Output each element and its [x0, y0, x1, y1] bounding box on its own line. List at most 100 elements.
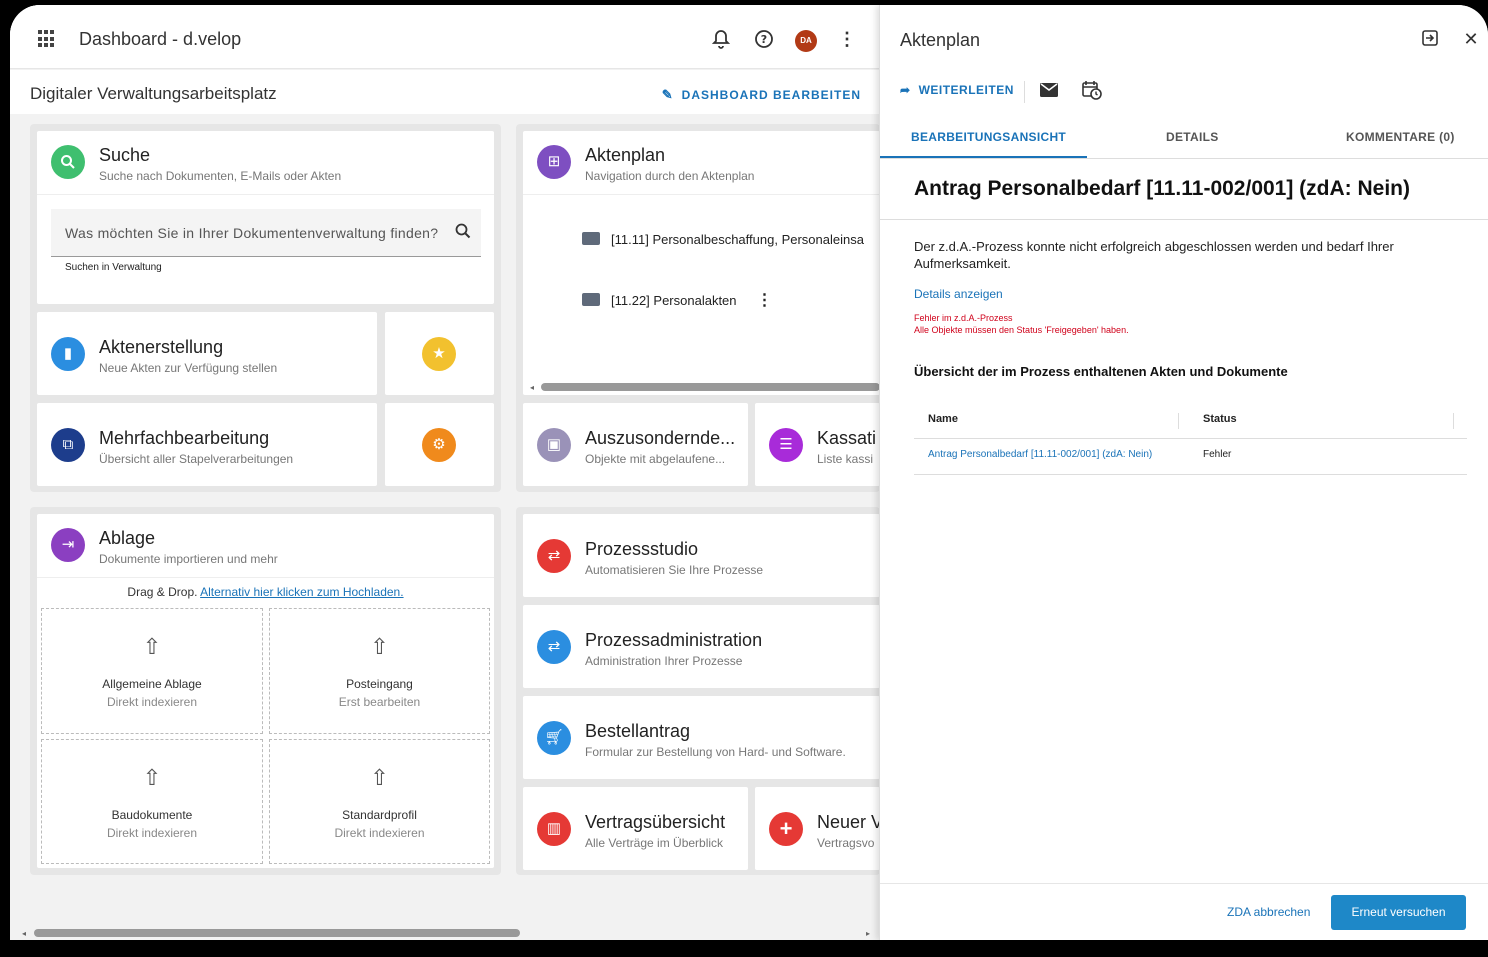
app-grid-icon[interactable] — [38, 30, 56, 48]
group-prozesse: ⇄ Prozessstudio Automatisieren Sie Ihre … — [516, 507, 880, 875]
card-subtitle: Navigation durch den Aktenplan — [585, 169, 755, 183]
tile-aktenerstellung[interactable]: ▮ Aktenerstellung Neue Akten zur Verfügu… — [37, 312, 377, 395]
folder-icon — [582, 293, 600, 306]
upload-target[interactable]: ⇧ Posteingang Erst bearbeiten — [269, 608, 490, 734]
close-icon[interactable]: ✕ — [1461, 29, 1481, 50]
record-heading: Antrag Personalbedarf [11.11-002/001] (z… — [914, 177, 1410, 200]
cart-icon: 🛒︎ — [537, 721, 571, 755]
retry-button[interactable]: Erneut versuchen — [1331, 895, 1466, 930]
panel-title: Aktenplan — [900, 30, 981, 50]
tile-title: Aktenerstellung — [99, 337, 224, 357]
more-vert-icon[interactable]: ⋮ — [757, 292, 773, 309]
folder-item[interactable]: [11.22] Personalakten ⋮ — [582, 290, 773, 310]
svg-text:?: ? — [761, 33, 767, 46]
tile-subtitle: Formular zur Bestellung von Hard- und So… — [585, 745, 846, 759]
scroll-left-arrow[interactable]: ◂ — [22, 929, 26, 938]
upload-target-title: Allgemeine Ablage — [102, 677, 202, 691]
forward-icon: ➦ — [900, 83, 911, 97]
folder-item[interactable]: [11.11] Personalbeschaffung, Personalein… — [582, 232, 864, 247]
forward-button[interactable]: ➦ WEITERLEITEN — [900, 83, 1014, 97]
card-subtitle: Dokumente importieren und mehr — [99, 552, 278, 566]
import-icon: ⇥ — [51, 528, 85, 562]
column-divider — [1453, 413, 1454, 429]
upload-target-subtitle: Erst bearbeiten — [338, 695, 421, 709]
ablage-card: ⇥ Ablage Dokumente importieren und mehr … — [37, 514, 494, 868]
tile-kassation[interactable]: ☰ Kassati Liste kassi — [755, 403, 880, 486]
active-tab-indicator — [880, 156, 1087, 158]
bell-icon[interactable] — [711, 29, 731, 49]
column-header-status: Status — [1203, 413, 1237, 425]
tab-bearbeitungsansicht[interactable]: BEARBEITUNGSANSICHT — [911, 130, 1066, 144]
error-title: Fehler im z.d.A.-Prozess — [914, 313, 1013, 323]
mail-icon[interactable] — [1040, 83, 1058, 102]
card-subtitle: Suche nach Dokumenten, E-Mails oder Akte… — [99, 169, 342, 183]
search-card: Suche Suche nach Dokumenten, E-Mails ode… — [37, 131, 494, 304]
scroll-right-arrow[interactable]: ▸ — [866, 929, 870, 938]
tile-mehrfachbearbeitung[interactable]: ⧉ Mehrfachbearbeitung Übersicht aller St… — [37, 403, 377, 486]
tile-vertragsuebersicht[interactable]: ▥ Vertragsübersicht Alle Verträge im Übe… — [523, 787, 748, 870]
cancel-zda-button[interactable]: ZDA abbrechen — [1227, 905, 1310, 919]
tile-subtitle: Alle Verträge im Überblick — [585, 836, 724, 850]
search-icon — [51, 145, 85, 179]
tile-auszusondernde[interactable]: ▣ Auszusondernde... Objekte mit abgelauf… — [523, 403, 748, 486]
star-icon: ★ — [422, 337, 456, 371]
upload-target-subtitle: Direkt indexieren — [334, 826, 425, 840]
folder-label: [11.22] Personalakten — [611, 293, 737, 308]
horizontal-scrollbar[interactable] — [541, 383, 880, 391]
tile-bestellantrag[interactable]: 🛒︎ Bestellantrag Formular zur Bestellung… — [523, 696, 880, 779]
search-input[interactable]: Was möchten Sie in Ihrer Dokumentenverwa… — [51, 209, 481, 257]
archive-icon: ▣ — [537, 428, 571, 462]
row-divider — [914, 474, 1467, 475]
tab-details[interactable]: DETAILS — [1166, 130, 1219, 144]
footer-divider — [880, 883, 1488, 884]
upload-icon: ⇧ — [370, 765, 389, 790]
upload-icon: ⇧ — [370, 634, 389, 659]
dashboard: Dashboard - d.velop ? DA ⋮ Digitaler Ver… — [10, 5, 880, 940]
group-aktenplan: ⊞ Aktenplan Navigation durch den Aktenpl… — [516, 124, 880, 492]
tile-title: Auszusondernde... — [585, 428, 736, 448]
avatar[interactable]: DA — [795, 30, 817, 52]
upload-link[interactable]: Alternativ hier klicken zum Hochladen. — [200, 585, 403, 599]
tile-subtitle: Administration Ihrer Prozesse — [585, 654, 743, 668]
error-message: Fehler im z.d.A.-Prozess Alle Objekte mü… — [914, 312, 1129, 336]
tile-prozessstudio[interactable]: ⇄ Prozessstudio Automatisieren Sie Ihre … — [523, 514, 880, 597]
divider — [37, 194, 494, 195]
upload-target[interactable]: ⇧ Standardprofil Direkt indexieren — [269, 739, 490, 864]
open-external-icon[interactable] — [1420, 29, 1440, 52]
batch-icon: ⧉ — [51, 428, 85, 462]
tile-neuer-vertrag[interactable]: + Neuer V Vertragsvo — [755, 787, 880, 870]
scroll-left-arrow[interactable]: ◂ — [530, 383, 534, 392]
tile-title: Mehrfachbearbeitung — [99, 428, 270, 448]
tab-kommentare[interactable]: KOMMENTARE (0) — [1346, 130, 1455, 144]
row-name-link[interactable]: Antrag Personalbedarf [11.11-002/001] (z… — [928, 449, 1152, 460]
card-title: Suche — [99, 145, 151, 165]
tile-prozessadministration[interactable]: ⇄ Prozessadministration Administration I… — [523, 605, 880, 688]
edit-dashboard-button[interactable]: ✎ DASHBOARD BEARBEITEN — [662, 87, 861, 103]
upload-icon: ⇧ — [142, 765, 162, 790]
tile-subtitle: Vertragsvo — [817, 836, 875, 850]
sub-bar: Digitaler Verwaltungsarbeitsplatz ✎ DASHB… — [10, 70, 880, 114]
upload-target[interactable]: ⇧ Baudokumente Direkt indexieren — [41, 739, 263, 864]
tile-title: Neuer V — [817, 812, 880, 832]
divider — [523, 194, 880, 195]
magnifier-icon[interactable] — [455, 223, 471, 244]
details-link[interactable]: Details anzeigen — [914, 287, 1003, 301]
document-add-icon: ▮ — [51, 337, 85, 371]
calendar-clock-icon[interactable] — [1082, 80, 1102, 105]
drop-hint: Drag & Drop. Alternativ hier klicken zum… — [37, 585, 494, 599]
overview-heading: Übersicht der im Prozess enthaltenen Akt… — [914, 364, 1288, 379]
app-title: Dashboard - d.velop — [79, 29, 242, 49]
upload-icon: ⇧ — [142, 634, 162, 659]
pencil-icon: ✎ — [661, 87, 674, 102]
tile-title: Kassati — [817, 428, 877, 448]
favorite-tile[interactable]: ★ — [385, 312, 494, 395]
settings-tile[interactable]: ⚙ — [385, 403, 494, 486]
tile-subtitle: Objekte mit abgelaufene... — [585, 452, 726, 466]
group-search: Suche Suche nach Dokumenten, E-Mails ode… — [30, 124, 501, 492]
page-horizontal-scrollbar[interactable] — [34, 929, 520, 937]
upload-target[interactable]: ⇧ Allgemeine Ablage Direkt indexieren — [41, 608, 263, 734]
help-icon[interactable]: ? — [754, 29, 774, 49]
process-admin-icon: ⇄ — [537, 630, 571, 664]
row-status: Fehler — [1203, 449, 1232, 460]
more-vert-icon[interactable]: ⋮ — [837, 29, 857, 49]
